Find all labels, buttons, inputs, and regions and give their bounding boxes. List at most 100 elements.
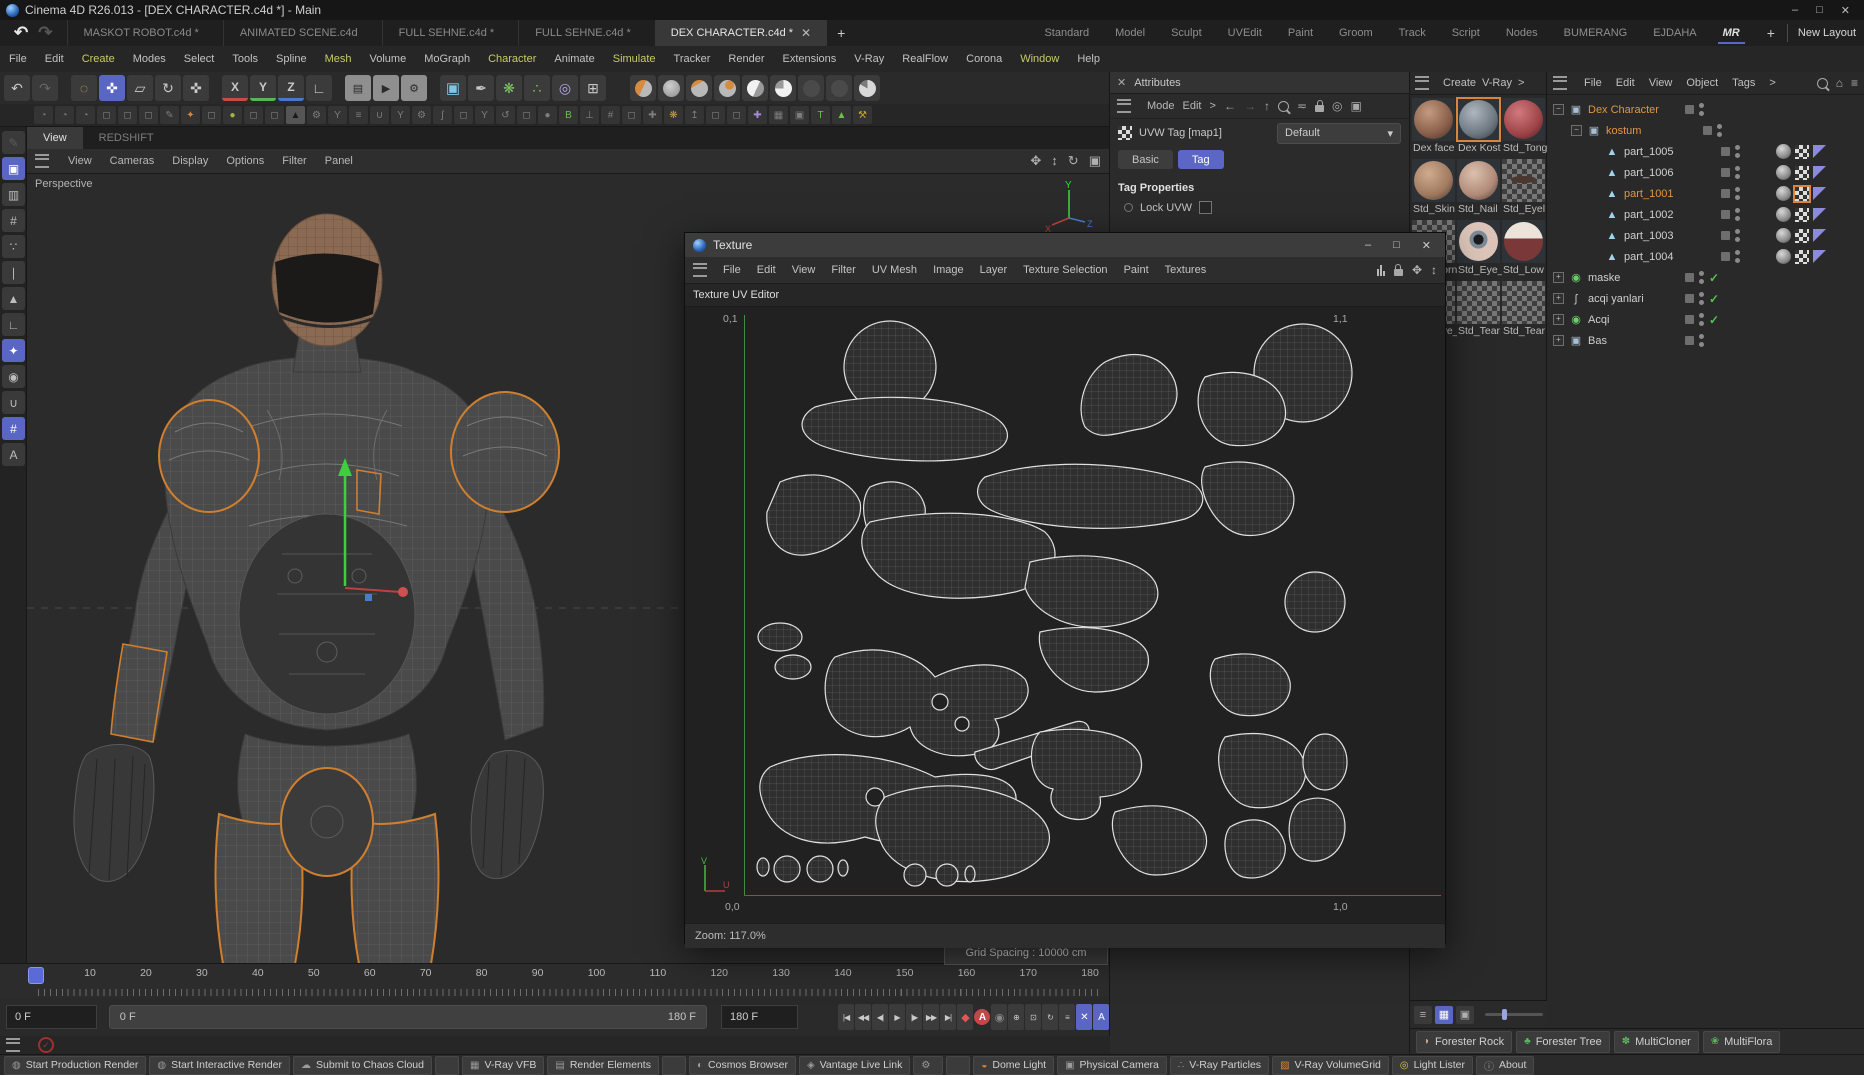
object-name[interactable]: Dex Character [1588,104,1680,116]
toolbar2-icon[interactable]: ◻ [517,106,536,124]
expander-icon[interactable]: + [1553,335,1564,346]
mograph-icon[interactable]: ❋ [496,75,522,101]
menu-item[interactable]: MoGraph [415,53,479,65]
polygons-mode-icon[interactable]: ▲ [2,287,25,310]
material-item[interactable]: Std_Eyel [1502,159,1546,219]
menu-item[interactable]: Help [1068,53,1109,65]
vray-shelf-button[interactable]: ◍ Start Production Render [4,1055,147,1075]
layer-square-icon[interactable] [1685,315,1694,324]
render-settings-icon[interactable]: ⚙ [401,75,427,101]
forester-shelf-button[interactable]: ✽ MultiCloner [1613,1030,1699,1053]
material-tag-icon[interactable] [1776,144,1791,159]
toolbar2-icon[interactable]: ↺ [496,106,515,124]
object-name[interactable]: maske [1588,272,1680,284]
enabled-check-icon[interactable]: ✓ [1709,313,1723,327]
animation-dot-icon[interactable] [1124,203,1133,212]
render-view-icon[interactable]: ▤ [345,75,371,101]
pan-icon[interactable]: ✥ [1412,263,1422,277]
autokey-objects-toggle[interactable]: A [1093,1004,1109,1030]
toolbar2-icon[interactable]: ◻ [454,106,473,124]
attributes-mode-menu[interactable]: Mode [1147,100,1175,112]
add-layout-button[interactable]: + [1757,20,1785,46]
toolbar2-icon[interactable]: ✚ [643,106,662,124]
material-item[interactable]: Dex Kost [1456,97,1501,158]
expander-icon[interactable]: + [1553,272,1564,283]
back-arrow-icon[interactable]: ← [1224,99,1236,113]
sim-ball-1-icon[interactable] [630,75,656,101]
layer-square-icon[interactable] [1721,168,1730,177]
menu-item[interactable]: RealFlow [893,53,957,65]
histogram-icon[interactable] [1376,264,1385,276]
toolbar2-icon[interactable]: ❋ [664,106,683,124]
close-tab-icon[interactable]: ✕ [801,26,811,40]
y-axis-lock[interactable]: Y [250,75,276,101]
material-item[interactable]: Std_Skin [1412,159,1456,219]
hamburger-icon[interactable] [1415,76,1429,90]
vray-shelf-button[interactable] [946,1055,971,1075]
toolbar2-icon[interactable]: ✦ [181,106,200,124]
visibility-dots[interactable] [1699,313,1704,326]
toolbar2-icon[interactable]: # [601,106,620,124]
toolbar2-icon[interactable]: ◻ [244,106,263,124]
object-name[interactable]: part_1005 [1624,146,1716,158]
phong-tag-icon[interactable] [1813,187,1826,200]
texture-menu-item[interactable]: Texture Selection [1015,264,1115,276]
maximize-button[interactable]: □ [1393,239,1400,252]
vray-shelf-button[interactable]: ⚙ [913,1055,944,1075]
vray-shelf-button[interactable]: ∴ V-Ray Particles [1169,1055,1270,1075]
redo-icon[interactable]: ↷ [38,23,52,43]
minimize-button[interactable]: – [1792,4,1798,17]
rotate-view-icon[interactable]: ↻ [1068,153,1079,169]
lock-uvw-checkbox[interactable] [1198,201,1212,214]
material-item[interactable]: Std_Tear [1502,281,1546,341]
toolbar2-icon[interactable]: T [811,106,830,124]
object-manager-menu-item[interactable]: View [1642,77,1680,89]
vray-shelf-button[interactable] [661,1055,686,1075]
object-manager-menu-item[interactable]: Tags [1725,77,1762,89]
object-tree-row[interactable]: ▲ part_1006 ✓ [1547,162,1864,183]
toolbar2-icon[interactable]: ʃ [433,106,452,124]
toolbar2-icon[interactable]: ▲ [832,106,851,124]
timeline-playhead[interactable] [28,967,44,984]
texture-mode-icon[interactable]: ▥ [2,183,25,206]
phong-tag-icon[interactable] [1813,250,1826,263]
x-axis-lock[interactable]: X [222,75,248,101]
pan-icon[interactable]: ✥ [1030,153,1041,169]
visibility-dots[interactable] [1735,145,1740,158]
sim-ball-7-icon[interactable] [798,75,824,101]
object-manager-menu-item[interactable]: Edit [1609,77,1642,89]
menu-item[interactable]: Select [175,53,224,65]
filter-icon[interactable]: ≂ [1297,99,1307,113]
expander-icon[interactable]: − [1571,125,1582,136]
search-icon[interactable] [1277,100,1289,112]
layout-tab[interactable]: UVEdit [1215,20,1275,46]
close-button[interactable]: ✕ [1422,239,1431,252]
material-item[interactable]: Std_Low [1502,220,1546,280]
goto-start-button[interactable]: |◀ [838,1004,854,1030]
material-tag-icon[interactable] [1776,249,1791,264]
document-tab[interactable]: MASKOT ROBOT.c4d * [66,20,223,46]
material-item[interactable]: Std_Tong [1502,98,1547,158]
menu-item[interactable]: Edit [36,53,73,65]
texture-menu-item[interactable]: Edit [749,264,784,276]
vray-shelf-button[interactable]: ◒ Dome Light [973,1055,1055,1075]
menu-item[interactable]: Create [73,53,124,65]
move-tool-icon[interactable]: ✜ [99,75,125,101]
uvw-tag-icon[interactable] [1795,228,1809,243]
material-item[interactable]: Dex face [1412,98,1456,158]
object-tree-row[interactable]: ▲ part_1004 ✓ [1547,246,1864,267]
layer-square-icon[interactable] [1703,126,1712,135]
toolbar2-icon[interactable]: ◻ [706,106,725,124]
phong-tag-icon[interactable] [1813,208,1826,221]
material-item[interactable]: Std_Eye_ [1457,220,1502,280]
object-name[interactable]: part_1002 [1624,209,1716,221]
layout-tab[interactable]: Paint [1275,20,1326,46]
zoom-icon[interactable]: ↕ [1051,153,1058,169]
lock-workplane-icon[interactable]: # [2,417,25,440]
toolbar2-icon[interactable]: ◻ [118,106,137,124]
hamburger-icon[interactable] [1553,76,1567,90]
volume-icon[interactable]: ◎ [552,75,578,101]
layout-tab[interactable]: Track [1386,20,1439,46]
menu-item[interactable]: Modes [124,53,175,65]
toolbar2-icon[interactable]: ↥ [685,106,704,124]
